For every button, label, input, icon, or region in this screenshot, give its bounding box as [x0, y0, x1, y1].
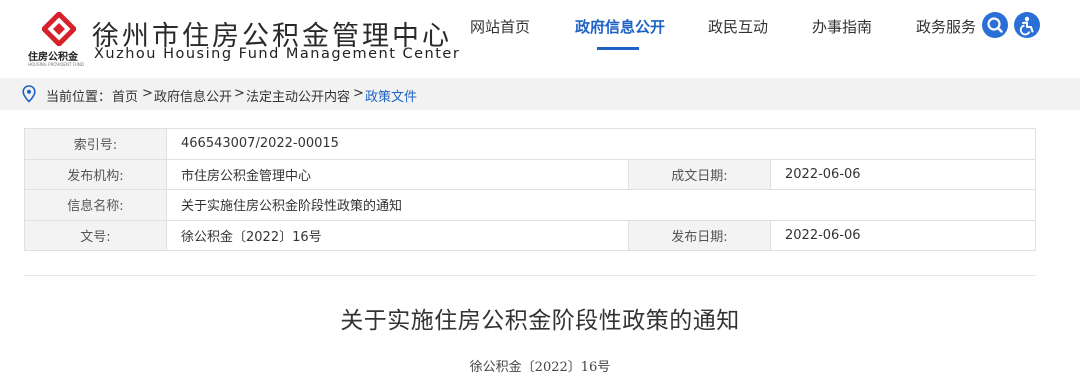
- search-icon: [987, 17, 1003, 33]
- breadcrumb-prefix: 当前位置：: [46, 90, 112, 105]
- nav-gov-info[interactable]: 政府信息公开: [575, 16, 665, 37]
- breadcrumb-gov-info[interactable]: 政府信息公开: [154, 86, 232, 105]
- info-name-label: 信息名称:: [24, 189, 167, 221]
- table-row: 信息名称: 关于实施住房公积金阶段性政策的通知: [24, 189, 1036, 221]
- breadcrumb-home[interactable]: 首页: [112, 86, 138, 105]
- created-date-label: 成文日期:: [628, 158, 771, 190]
- breadcrumb-current[interactable]: 政策文件: [365, 86, 417, 105]
- breadcrumb-separator: >: [234, 86, 245, 101]
- accessibility-icon: [1019, 16, 1034, 36]
- table-row: 索引号: 466543007/2022-00015: [24, 128, 1036, 160]
- published-date-label: 发布日期:: [628, 219, 771, 251]
- document-number: 徐公积金〔2022〕16号: [469, 360, 611, 375]
- document-info-table: 索引号: 466543007/2022-00015 发布机构: 市住房公积金管理…: [24, 128, 1036, 251]
- accessibility-button[interactable]: [1014, 12, 1040, 38]
- publisher-value: 市住房公积金管理中心: [166, 158, 629, 190]
- main-nav: 网站首页 政府信息公开 政民互动 办事指南 政务服务: [0, 16, 1080, 56]
- nav-interaction[interactable]: 政民互动: [708, 16, 768, 37]
- publisher-label: 发布机构:: [24, 158, 167, 190]
- index-value: 466543007/2022-00015: [166, 128, 1036, 160]
- document-title: 关于实施住房公积金阶段性政策的通知: [340, 308, 740, 334]
- nav-active-indicator: [597, 47, 639, 50]
- table-row: 文号: 徐公积金〔2022〕16号 发布日期: 2022-06-06: [24, 219, 1036, 251]
- content-divider: [24, 275, 1036, 276]
- location-pin-icon: [22, 85, 36, 103]
- nav-home[interactable]: 网站首页: [470, 16, 530, 37]
- breadcrumb: 当前位置： 首页 > 政府信息公开 > 法定主动公开内容 > 政策文件: [0, 78, 1080, 110]
- doc-number-label: 文号:: [24, 219, 167, 251]
- breadcrumb-separator: >: [142, 86, 153, 101]
- site-subtitle-tiny: HOUSING PROVIDENT FUND: [28, 62, 84, 67]
- site-header: 徐州市住房公积金管理中心 住房公积金 Xuzhou Housing Fund M…: [0, 0, 1080, 78]
- nav-services[interactable]: 政务服务: [916, 16, 976, 37]
- breadcrumb-separator: >: [353, 86, 364, 101]
- nav-guide[interactable]: 办事指南: [812, 16, 872, 37]
- index-label: 索引号:: [24, 128, 167, 160]
- created-date-value: 2022-06-06: [770, 158, 1036, 190]
- info-name-value: 关于实施住房公积金阶段性政策的通知: [166, 189, 1036, 221]
- doc-number-value: 徐公积金〔2022〕16号: [166, 219, 629, 251]
- breadcrumb-statutory[interactable]: 法定主动公开内容: [246, 86, 350, 105]
- table-row: 发布机构: 市住房公积金管理中心 成文日期: 2022-06-06: [24, 158, 1036, 190]
- search-button[interactable]: [982, 12, 1008, 38]
- published-date-value: 2022-06-06: [770, 219, 1036, 251]
